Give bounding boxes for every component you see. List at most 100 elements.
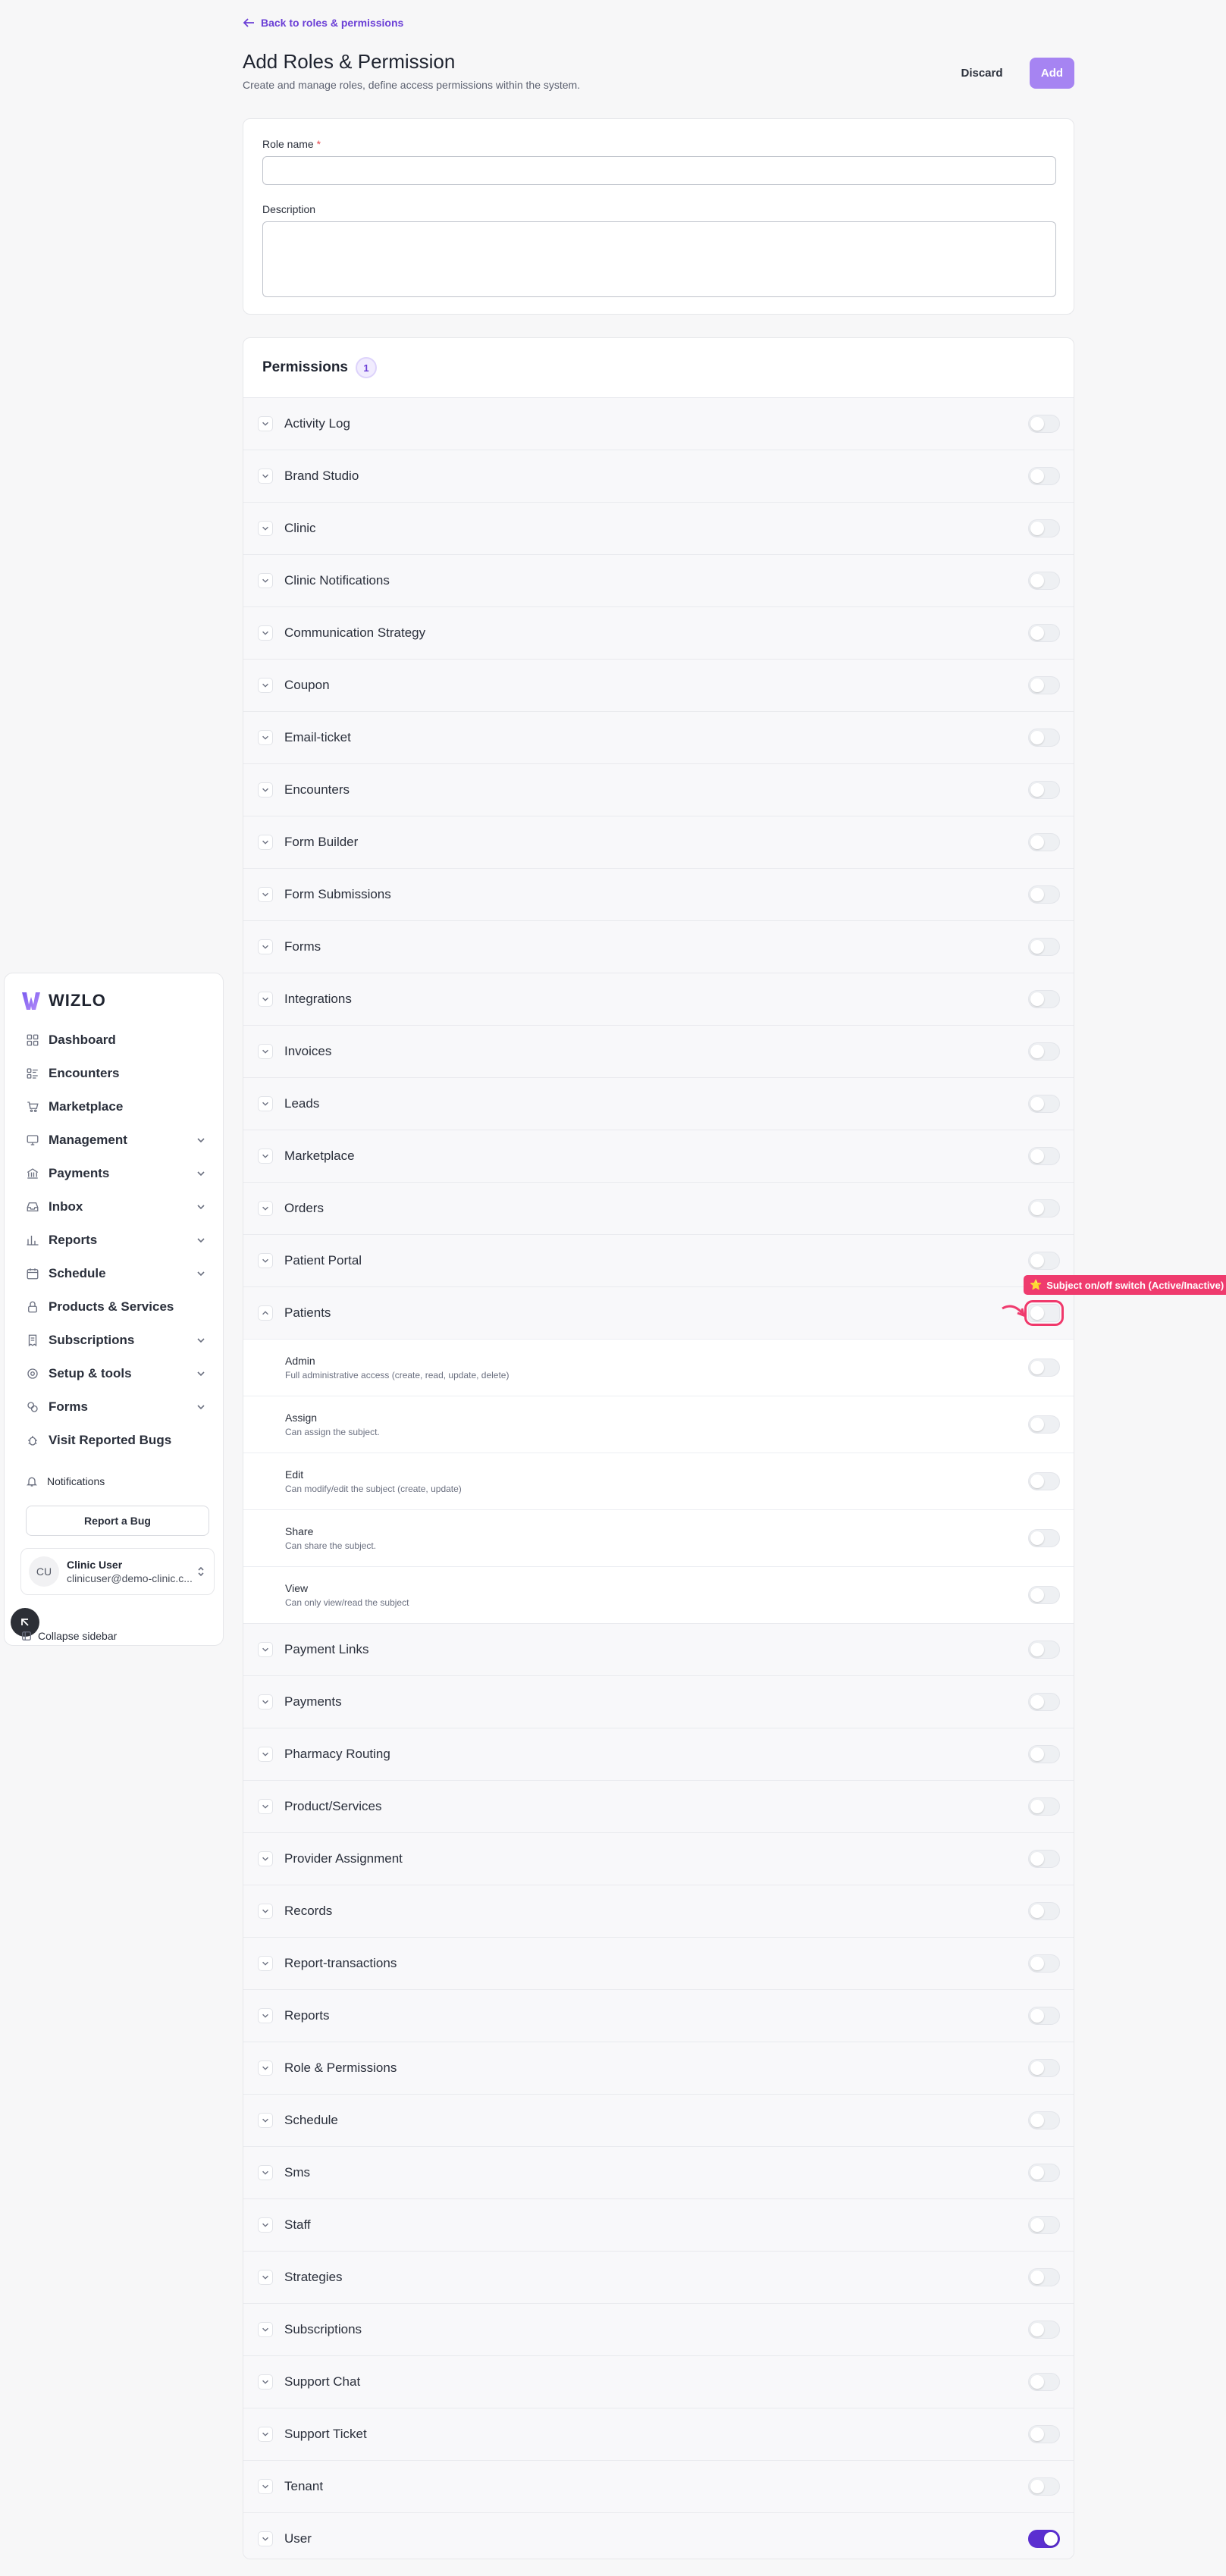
expand-toggle-button[interactable] bbox=[258, 1149, 273, 1164]
permission-switch[interactable] bbox=[1028, 1199, 1060, 1217]
permission-switch[interactable] bbox=[1028, 2373, 1060, 2391]
permission-switch[interactable] bbox=[1028, 1042, 1060, 1061]
collapse-sidebar-button[interactable]: Collapse sidebar bbox=[21, 1630, 117, 1642]
expand-toggle-button[interactable] bbox=[258, 939, 273, 954]
expand-toggle-button[interactable] bbox=[258, 1799, 273, 1814]
expand-toggle-button[interactable] bbox=[258, 2008, 273, 2023]
expand-toggle-button[interactable] bbox=[258, 1904, 273, 1919]
expand-toggle-button[interactable] bbox=[258, 521, 273, 536]
discard-button[interactable]: Discard bbox=[952, 58, 1012, 88]
sidebar-item-marketplace[interactable]: Marketplace bbox=[17, 1090, 211, 1123]
sidebar-item-subscriptions[interactable]: Subscriptions bbox=[17, 1324, 211, 1357]
expand-toggle-button[interactable] bbox=[258, 887, 273, 902]
permission-switch[interactable] bbox=[1028, 467, 1060, 485]
expand-toggle-button[interactable] bbox=[258, 2374, 273, 2390]
expand-toggle-button[interactable] bbox=[258, 1096, 273, 1111]
sidebar-item-schedule[interactable]: Schedule bbox=[17, 1257, 211, 1290]
expand-toggle-button[interactable] bbox=[258, 782, 273, 798]
permission-switch[interactable] bbox=[1028, 781, 1060, 799]
sidebar-item-encounters[interactable]: Encounters bbox=[17, 1057, 211, 1090]
permission-switch[interactable] bbox=[1028, 2321, 1060, 2339]
permission-switch[interactable] bbox=[1028, 2216, 1060, 2234]
permission-switch[interactable] bbox=[1028, 2059, 1060, 2077]
expand-toggle-button[interactable] bbox=[258, 678, 273, 693]
permission-switch[interactable] bbox=[1028, 990, 1060, 1008]
permission-switch[interactable] bbox=[1028, 1850, 1060, 1868]
expand-toggle-button[interactable] bbox=[258, 469, 273, 484]
permission-switch[interactable] bbox=[1028, 1745, 1060, 1763]
back-link[interactable]: Back to roles & permissions bbox=[243, 17, 403, 29]
expand-toggle-button[interactable] bbox=[258, 573, 273, 588]
expand-toggle-button[interactable] bbox=[258, 1253, 273, 1268]
sidebar-item-setup-tools[interactable]: Setup & tools bbox=[17, 1357, 211, 1390]
permission-switch[interactable] bbox=[1028, 1147, 1060, 1165]
expand-toggle-button[interactable] bbox=[258, 1305, 273, 1321]
permission-switch[interactable] bbox=[1028, 2007, 1060, 2025]
permission-switch[interactable] bbox=[1028, 1252, 1060, 1270]
expand-toggle-button[interactable] bbox=[258, 625, 273, 641]
sidebar-item-forms[interactable]: Forms bbox=[17, 1390, 211, 1424]
sidebar-item-products-services[interactable]: Products & Services bbox=[17, 1290, 211, 1324]
permission-switch[interactable] bbox=[1028, 1954, 1060, 1973]
permission-switch[interactable] bbox=[1028, 1095, 1060, 1113]
permission-switch[interactable] bbox=[1028, 572, 1060, 590]
sub-permission-switch[interactable] bbox=[1028, 1586, 1060, 1604]
role-name-input[interactable] bbox=[262, 156, 1056, 185]
expand-toggle-button[interactable] bbox=[258, 1044, 273, 1059]
sidebar-item-management[interactable]: Management bbox=[17, 1123, 211, 1157]
sidebar-item-visit-reported-bugs[interactable]: Visit Reported Bugs bbox=[17, 1424, 211, 1457]
permission-switch[interactable] bbox=[1028, 2477, 1060, 2496]
permission-switch[interactable] bbox=[1028, 1641, 1060, 1659]
permission-switch[interactable] bbox=[1028, 519, 1060, 537]
sidebar-item-payments[interactable]: Payments bbox=[17, 1157, 211, 1190]
expand-toggle-button[interactable] bbox=[258, 992, 273, 1007]
brand-logo[interactable]: WIZLO bbox=[17, 987, 211, 1014]
permission-switch[interactable] bbox=[1028, 415, 1060, 433]
expand-toggle-button[interactable] bbox=[258, 2270, 273, 2285]
expand-toggle-button[interactable] bbox=[258, 2060, 273, 2076]
permission-switch[interactable] bbox=[1028, 624, 1060, 642]
expand-toggle-button[interactable] bbox=[258, 2113, 273, 2128]
description-textarea[interactable] bbox=[262, 221, 1056, 297]
expand-toggle-button[interactable] bbox=[258, 2322, 273, 2337]
notifications-link[interactable]: Notifications bbox=[17, 1466, 211, 1496]
permission-switch[interactable] bbox=[1028, 1693, 1060, 1711]
permission-switch[interactable] bbox=[1028, 2425, 1060, 2443]
sidebar-item-dashboard[interactable]: Dashboard bbox=[17, 1023, 211, 1057]
sidebar-item-reports[interactable]: Reports bbox=[17, 1224, 211, 1257]
permission-switch[interactable] bbox=[1028, 1902, 1060, 1920]
expand-toggle-button[interactable] bbox=[258, 1694, 273, 1709]
expand-toggle-button[interactable] bbox=[258, 2217, 273, 2233]
sub-permission-switch[interactable] bbox=[1028, 1359, 1060, 1377]
expand-toggle-button[interactable] bbox=[258, 2479, 273, 2494]
expand-toggle-button[interactable] bbox=[258, 1956, 273, 1971]
expand-toggle-button[interactable] bbox=[258, 1851, 273, 1866]
expand-toggle-button[interactable] bbox=[258, 416, 273, 431]
permission-switch[interactable] bbox=[1028, 676, 1060, 694]
expand-toggle-button[interactable] bbox=[258, 835, 273, 850]
add-button[interactable]: Add bbox=[1030, 58, 1074, 89]
permission-switch[interactable] bbox=[1028, 2164, 1060, 2182]
expand-toggle-button[interactable] bbox=[258, 1642, 273, 1657]
sub-permission-switch[interactable] bbox=[1028, 1415, 1060, 1434]
permission-switch[interactable] bbox=[1028, 938, 1060, 956]
permission-switch[interactable] bbox=[1028, 729, 1060, 747]
expand-toggle-button[interactable] bbox=[258, 2531, 273, 2546]
permission-switch[interactable] bbox=[1028, 833, 1060, 851]
expand-toggle-button[interactable] bbox=[258, 2427, 273, 2442]
permission-switch[interactable] bbox=[1024, 1300, 1064, 1326]
sidebar-item-inbox[interactable]: Inbox bbox=[17, 1190, 211, 1224]
sub-permission-switch[interactable] bbox=[1028, 1529, 1060, 1547]
report-bug-button[interactable]: Report a Bug bbox=[26, 1506, 209, 1536]
permission-switch[interactable] bbox=[1028, 2111, 1060, 2129]
expand-toggle-button[interactable] bbox=[258, 730, 273, 745]
permission-switch[interactable] bbox=[1028, 2268, 1060, 2286]
permission-switch[interactable] bbox=[1028, 2530, 1060, 2548]
user-menu[interactable]: CU Clinic User clinicuser@demo-clinic.c.… bbox=[20, 1548, 215, 1595]
expand-toggle-button[interactable] bbox=[258, 1201, 273, 1216]
sub-permission-switch[interactable] bbox=[1028, 1472, 1060, 1490]
expand-toggle-button[interactable] bbox=[258, 2165, 273, 2180]
permission-switch[interactable] bbox=[1028, 1797, 1060, 1816]
permission-switch[interactable] bbox=[1028, 885, 1060, 904]
expand-toggle-button[interactable] bbox=[258, 1747, 273, 1762]
